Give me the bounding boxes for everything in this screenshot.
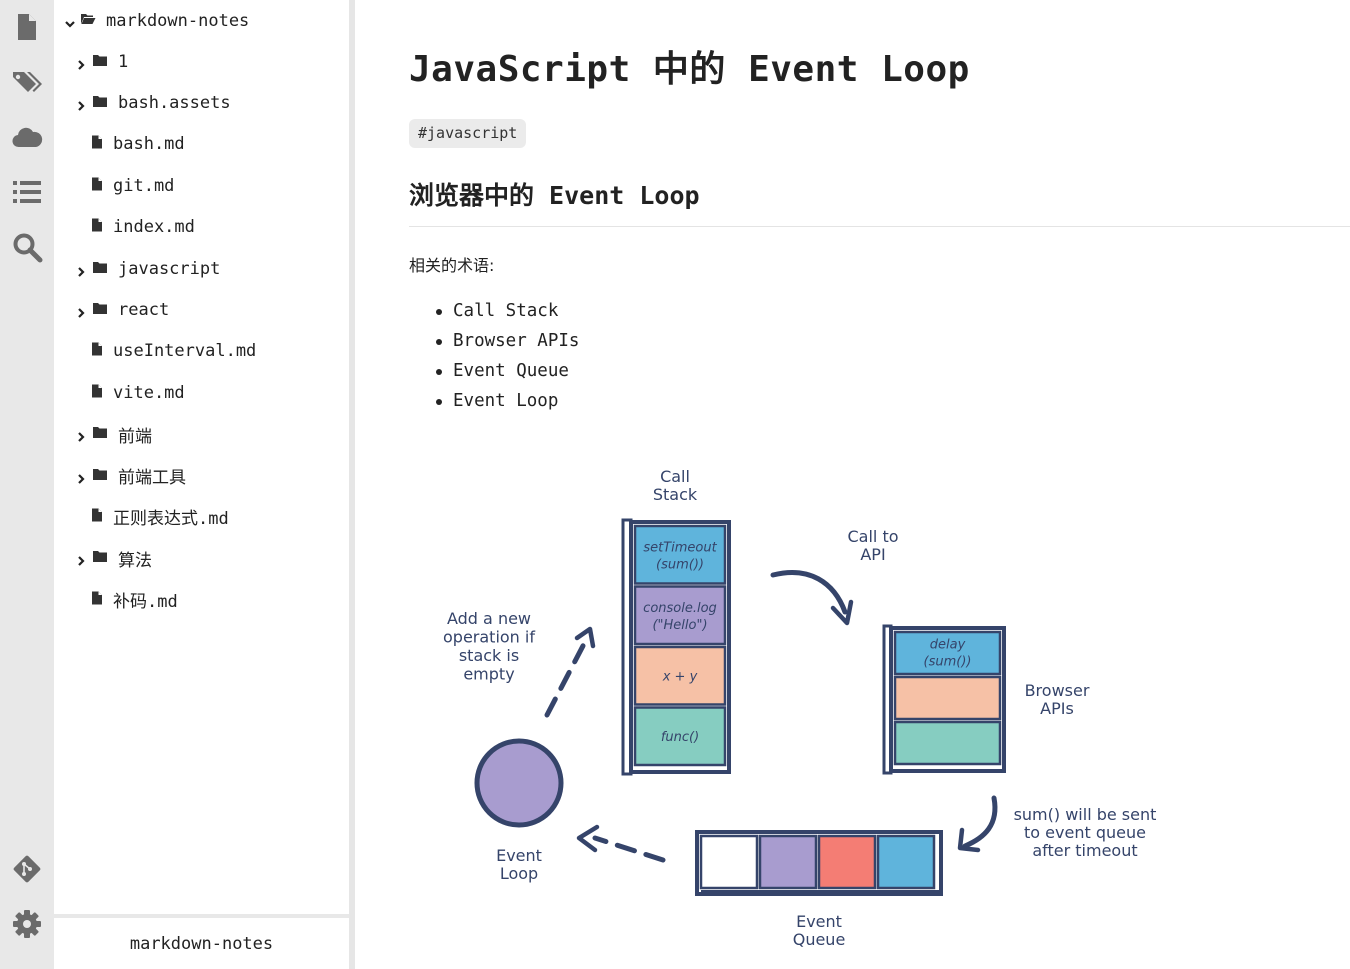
timeout-note: sum() will be sent to event queue after ti… bbox=[1014, 805, 1157, 860]
tree-item-label: javascript bbox=[118, 258, 221, 279]
gear-icon[interactable] bbox=[9, 906, 45, 942]
tree-file[interactable]: git.md bbox=[54, 165, 349, 206]
tree-folder[interactable]: javascript bbox=[54, 248, 349, 289]
chevron-right-icon bbox=[75, 304, 87, 318]
tree-folder[interactable]: bash.assets bbox=[54, 82, 349, 123]
tree-file[interactable]: bash.md bbox=[54, 124, 349, 165]
tree-folder[interactable]: 前端 bbox=[54, 414, 349, 455]
list-icon[interactable] bbox=[9, 174, 45, 210]
chevron-right-icon bbox=[75, 97, 87, 111]
chevron-right-icon bbox=[75, 428, 87, 442]
tree-file[interactable]: 补码.md bbox=[54, 579, 349, 620]
call-stack-item-label: func() bbox=[661, 730, 699, 745]
tree-item-label: 前端工具 bbox=[118, 468, 186, 488]
tree-item-label: 正则表达式.md bbox=[113, 509, 229, 530]
file-explorer: markdown-notes 1 bash.assets bash.md git.md… bbox=[54, 0, 349, 969]
event-queue-slot bbox=[817, 834, 877, 890]
folder-icon bbox=[92, 300, 108, 320]
push-note: Add a new operation if stack is empty bbox=[443, 609, 535, 684]
file-icon bbox=[91, 383, 103, 403]
activity-bar bbox=[0, 0, 54, 969]
dequeue-arrow bbox=[592, 835, 666, 863]
browser-api-item bbox=[893, 720, 1002, 766]
event-queue-shadow bbox=[701, 890, 941, 896]
chevron-right-icon bbox=[75, 56, 87, 70]
folder-icon bbox=[92, 424, 108, 444]
git-icon[interactable] bbox=[9, 851, 45, 887]
browser-apis-label: Browser APIs bbox=[1025, 681, 1090, 718]
list-item: Event Loop bbox=[409, 388, 579, 418]
list-item: Event Queue bbox=[409, 358, 579, 388]
folder-icon bbox=[92, 52, 108, 72]
page-title: JavaScript 中的 Event Loop bbox=[409, 49, 970, 90]
event-queue-slot bbox=[758, 834, 818, 890]
tree-item-label: index.md bbox=[113, 217, 195, 238]
tree-file[interactable]: 正则表达式.md bbox=[54, 496, 349, 537]
event-queue-slot bbox=[699, 834, 759, 890]
tree-file[interactable]: vite.md bbox=[54, 372, 349, 413]
folder-open-icon bbox=[80, 11, 96, 31]
tree-folder[interactable]: 1 bbox=[54, 41, 349, 82]
list-item: Call Stack bbox=[409, 298, 579, 328]
tags-icon[interactable] bbox=[9, 64, 45, 100]
file-icon[interactable] bbox=[9, 9, 45, 45]
event-queue-slot bbox=[876, 834, 936, 890]
tree-root-folder[interactable]: markdown-notes bbox=[54, 0, 349, 41]
tree-item-label: useInterval.md bbox=[113, 341, 257, 362]
tree-item-label: 前端 bbox=[118, 426, 152, 447]
file-icon bbox=[91, 341, 103, 361]
paragraph-text: 相关的术语: bbox=[409, 256, 495, 275]
push-arrowhead bbox=[574, 626, 596, 649]
call-to-api-arrow bbox=[770, 570, 848, 615]
browser-api-item bbox=[893, 675, 1002, 721]
tree-item-label: bash.assets bbox=[118, 92, 231, 113]
tree-folder[interactable]: react bbox=[54, 289, 349, 330]
terms-list: Call Stack Browser APIs Event Queue Even… bbox=[409, 298, 579, 418]
call-stack-label: Call Stack bbox=[653, 467, 698, 504]
tree-item-label: 补码.md bbox=[113, 592, 178, 613]
tree-item-label: react bbox=[118, 299, 170, 320]
tree-item-label: vite.md bbox=[113, 382, 185, 403]
chevron-right-icon bbox=[75, 263, 87, 277]
folder-icon bbox=[92, 93, 108, 113]
push-arrow bbox=[544, 639, 588, 718]
tree-root-label: markdown-notes bbox=[106, 10, 250, 31]
chevron-right-icon bbox=[75, 470, 87, 484]
markdown-preview: JavaScript 中的 Event Loop #javascript 浏览器… bbox=[355, 0, 1350, 969]
folder-icon bbox=[92, 466, 108, 486]
workspace-name[interactable]: markdown-notes bbox=[54, 914, 349, 969]
tree-file[interactable]: useInterval.md bbox=[54, 331, 349, 372]
tag-badge[interactable]: #javascript bbox=[409, 119, 527, 148]
tree-folder[interactable]: 前端工具 bbox=[54, 455, 349, 496]
tree-item-label: 1 bbox=[118, 51, 129, 72]
file-icon bbox=[91, 590, 103, 610]
event-loop-label: Event Loop bbox=[496, 846, 542, 883]
chevron-down-icon bbox=[64, 15, 76, 28]
file-icon bbox=[91, 217, 103, 237]
file-icon bbox=[91, 507, 103, 527]
folder-icon bbox=[92, 259, 108, 279]
list-item: Browser APIs bbox=[409, 328, 579, 358]
tree-file[interactable]: index.md bbox=[54, 207, 349, 248]
search-icon[interactable] bbox=[9, 229, 45, 265]
call-stack-item-label: x + y bbox=[662, 669, 698, 684]
file-icon bbox=[91, 134, 103, 154]
tree-folder[interactable]: 算法 bbox=[54, 538, 349, 579]
tree-item-label: bash.md bbox=[113, 134, 185, 155]
event-loop-diagram: Call StacksetTimeout (sum())console.log ("H… bbox=[443, 467, 1157, 949]
call-to-api-label: Call to API bbox=[847, 527, 898, 564]
heading-divider bbox=[409, 226, 1350, 227]
tree-item-label: 算法 bbox=[118, 550, 152, 571]
file-icon bbox=[91, 176, 103, 196]
chevron-right-icon bbox=[75, 552, 87, 567]
event-loop-circle bbox=[474, 738, 564, 828]
timeout-arrow bbox=[962, 795, 998, 849]
section-heading: 浏览器中的 Event Loop bbox=[409, 181, 700, 210]
event-queue-label: Event Queue bbox=[793, 912, 846, 949]
tree-item-label: git.md bbox=[113, 175, 175, 196]
cloud-icon[interactable] bbox=[9, 120, 45, 156]
folder-icon bbox=[92, 548, 108, 568]
